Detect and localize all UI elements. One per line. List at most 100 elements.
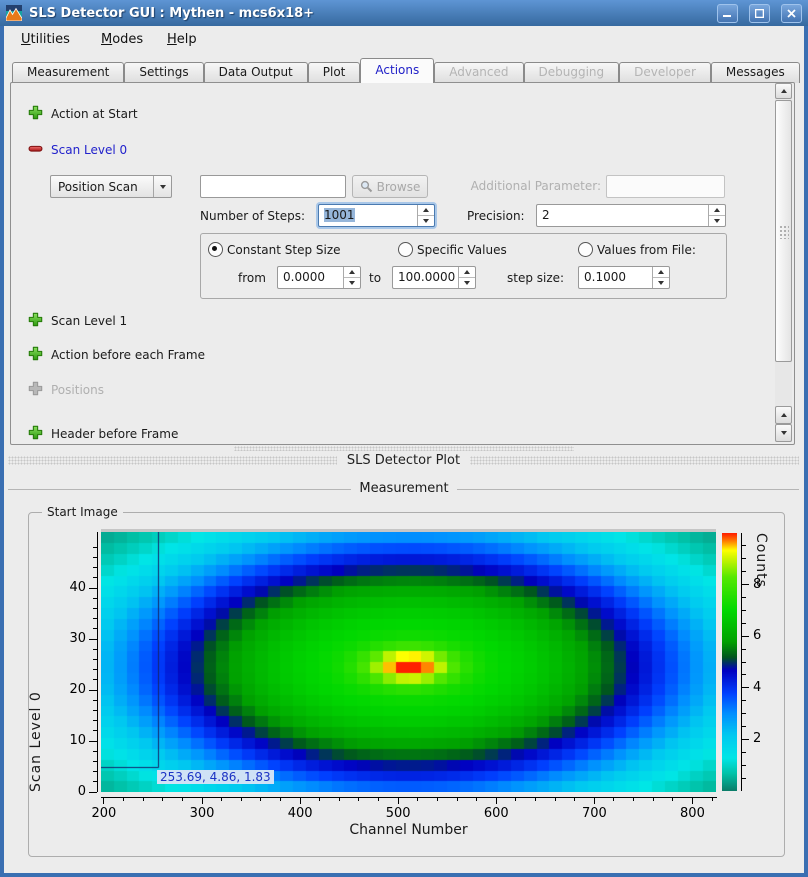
spin-down-icon <box>423 219 429 223</box>
add-icon[interactable] <box>28 312 43 327</box>
colorbar-tick-minor <box>742 545 746 546</box>
add-icon[interactable] <box>28 105 43 120</box>
number-of-steps-value: 1001 <box>324 208 355 222</box>
y-tick-minor <box>93 628 97 629</box>
arrow-down-icon <box>781 431 787 435</box>
colorbar-tick-major <box>742 636 749 637</box>
combo-dropdown-button[interactable] <box>153 176 171 197</box>
spin-buttons[interactable] <box>708 205 725 226</box>
spin-buttons[interactable] <box>417 205 434 226</box>
scan-level-0-label[interactable]: Scan Level 0 <box>51 143 127 157</box>
x-tick-major <box>594 798 595 804</box>
tab-settings[interactable]: Settings <box>124 62 203 83</box>
colorbar-tick-major <box>742 687 749 688</box>
close-button[interactable] <box>781 4 802 23</box>
step-size-value: 0.1000 <box>579 267 652 288</box>
browse-label: Browse <box>377 180 421 194</box>
header-before-frame-label[interactable]: Header before Frame <box>51 427 178 441</box>
colorbar-tick-minor <box>742 713 746 714</box>
scroll-up-button[interactable] <box>775 83 792 99</box>
y-tick-minor <box>93 649 97 650</box>
scan-mode-combobox[interactable]: Position Scan <box>50 175 172 198</box>
number-of-steps-spinbox[interactable]: 1001 <box>318 204 435 227</box>
y-tick-minor <box>93 710 97 711</box>
application-window: SLS Detector GUI : Mythen - mcs6x18+ Uti… <box>0 0 808 877</box>
x-tick-label: 500 <box>378 806 418 821</box>
scan-level-1-label[interactable]: Scan Level 1 <box>51 314 127 328</box>
specific-values-radio[interactable] <box>398 242 413 257</box>
menu-help[interactable]: Help <box>162 30 202 49</box>
spin-buttons[interactable] <box>343 267 360 288</box>
from-spinbox[interactable]: 0.0000 <box>277 266 361 289</box>
spin-up-icon <box>423 208 429 212</box>
colorbar-tick-minor <box>742 662 746 663</box>
vertical-scrollbar[interactable] <box>775 83 792 442</box>
additional-parameter-label: Additional Parameter: <box>459 179 601 193</box>
x-tick-label: 400 <box>280 806 320 821</box>
browse-button: Browse <box>352 175 428 198</box>
x-tick-major <box>398 798 399 804</box>
x-tick-minor <box>613 798 614 801</box>
add-icon[interactable] <box>28 346 43 361</box>
positions-label: Positions <box>51 383 104 397</box>
tab-actions[interactable]: Actions <box>360 58 434 83</box>
step-size-spinbox[interactable]: 0.1000 <box>578 266 670 289</box>
add-icon[interactable] <box>28 425 43 440</box>
x-tick-major <box>692 798 693 804</box>
to-spinbox[interactable]: 100.0000 <box>392 266 476 289</box>
tab-measurement[interactable]: Measurement <box>12 62 124 83</box>
tab-data-output[interactable]: Data Output <box>204 62 308 83</box>
y-tick-minor <box>93 659 97 660</box>
minimize-button[interactable] <box>717 4 738 23</box>
colorbar-tick-minor <box>742 726 746 727</box>
tab-plot[interactable]: Plot <box>308 62 361 83</box>
x-tick-minor <box>633 798 634 801</box>
colorbar-tick-minor <box>742 610 746 611</box>
y-tick-label: 10 <box>58 733 86 748</box>
colorbar-tick-minor <box>742 571 746 572</box>
colorbar-tick-minor <box>742 765 746 766</box>
values-from-file-radio[interactable] <box>578 242 593 257</box>
x-tick-minor <box>241 798 242 801</box>
y-tick-minor <box>93 700 97 701</box>
maximize-button[interactable] <box>749 4 770 23</box>
x-tick-minor <box>339 798 340 801</box>
colorbar-tick-minor <box>742 597 746 598</box>
y-tick-minor <box>93 720 97 721</box>
action-at-start-label[interactable]: Action at Start <box>51 107 138 121</box>
action-before-frame-label[interactable]: Action before each Frame <box>51 348 205 362</box>
cursor-readout: 253.69, 4.86, 1.83 <box>157 770 274 784</box>
precision-spinbox[interactable]: 2 <box>536 204 726 227</box>
scroll-up-button-bottom[interactable] <box>775 406 792 424</box>
colorbar-tick-label: 2 <box>753 731 775 746</box>
menu-utilities[interactable]: Utilities <box>16 30 75 49</box>
specific-values-label[interactable]: Specific Values <box>417 243 507 257</box>
plot-dock-titlebar[interactable]: SLS Detector Plot <box>8 452 799 469</box>
dock-title: SLS Detector Plot <box>347 453 460 468</box>
menu-modes[interactable]: Modes <box>96 30 148 49</box>
y-axis-line <box>97 532 98 792</box>
x-tick-minor <box>574 798 575 801</box>
constant-step-size-label[interactable]: Constant Step Size <box>227 243 341 257</box>
constant-step-size-radio[interactable] <box>208 242 223 257</box>
spin-buttons[interactable] <box>652 267 669 288</box>
scroll-down-button[interactable] <box>775 424 792 442</box>
tab-messages[interactable]: Messages <box>711 62 800 83</box>
y-tick-major <box>89 741 97 742</box>
y-tick-minor <box>93 598 97 599</box>
spin-down-icon <box>714 219 720 223</box>
x-tick-minor <box>143 798 144 801</box>
x-axis-label: Channel Number <box>101 822 716 838</box>
splitter-handle[interactable] <box>234 446 574 451</box>
remove-icon[interactable] <box>28 141 43 156</box>
magnifier-icon <box>360 180 373 193</box>
values-from-file-label[interactable]: Values from File: <box>597 243 696 257</box>
scan-script-input[interactable] <box>200 175 346 198</box>
title-bar[interactable]: SLS Detector GUI : Mythen - mcs6x18+ <box>0 0 808 26</box>
x-tick-minor <box>221 798 222 801</box>
x-tick-major <box>202 798 203 804</box>
heatmap-canvas[interactable] <box>101 532 716 792</box>
spin-buttons[interactable] <box>458 267 475 288</box>
measurement-group-title: Measurement <box>0 481 808 496</box>
scrollbar-thumb[interactable] <box>775 100 792 362</box>
